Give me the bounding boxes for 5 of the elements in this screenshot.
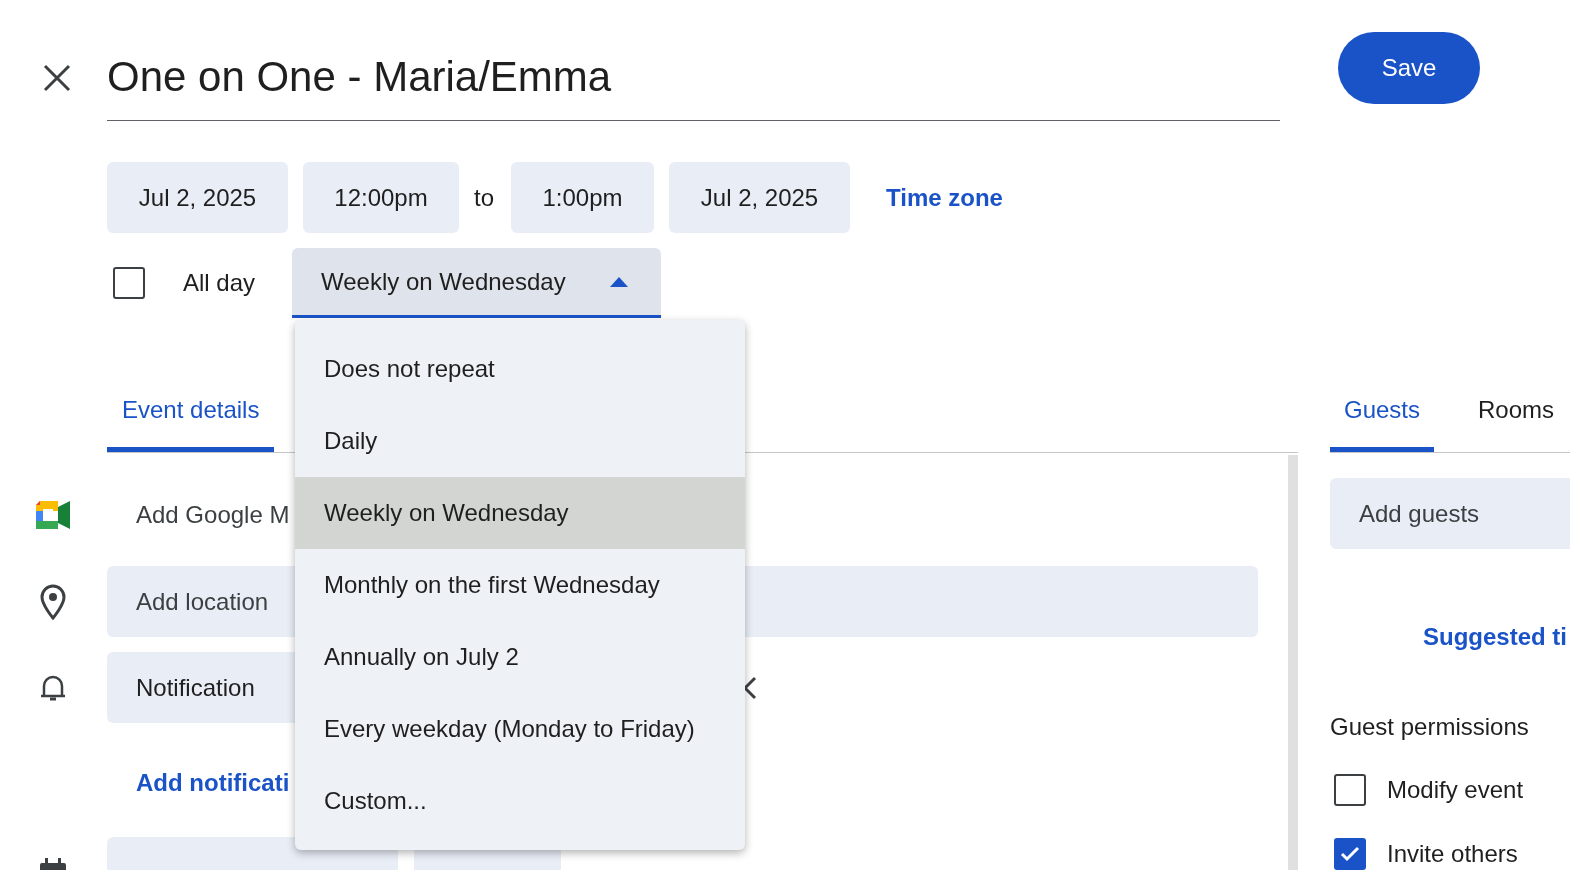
guest-permissions-heading: Guest permissions [1330, 713, 1529, 741]
to-label: to [474, 183, 495, 212]
permission-label: Modify event [1387, 776, 1524, 804]
permission-label: Invite others [1387, 840, 1518, 868]
all-day-label: All day [183, 269, 256, 297]
